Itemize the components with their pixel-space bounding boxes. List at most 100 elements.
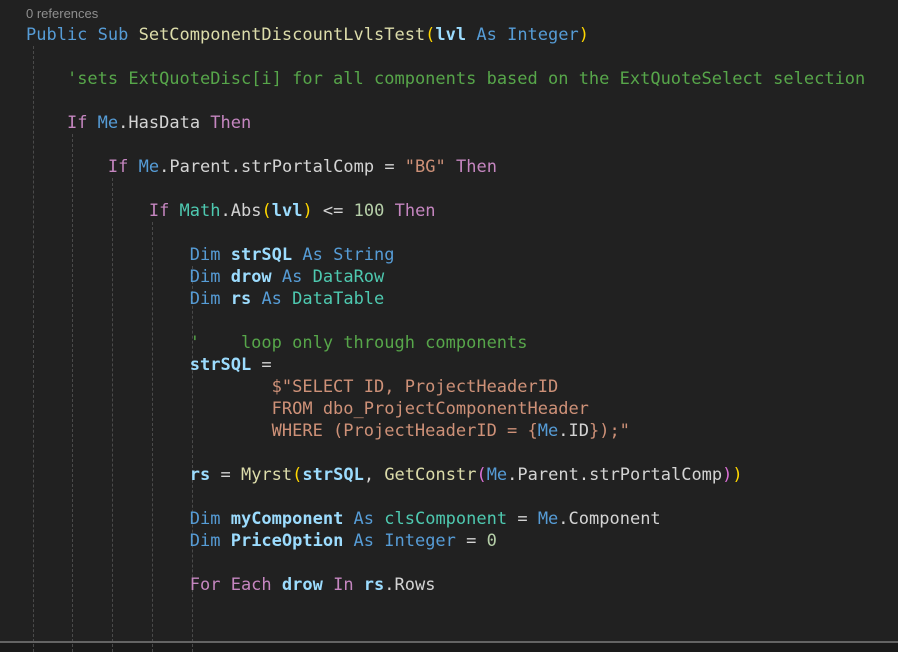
code-token-op: = <box>374 157 405 177</box>
code-token-type: DataTable <box>292 289 384 309</box>
code-line[interactable] <box>26 178 865 200</box>
code-token-ctrl: If <box>67 113 98 133</box>
code-token-str: });" <box>589 421 630 441</box>
code-token-kw: Me <box>139 157 159 177</box>
code-token-br2: ( <box>476 465 486 485</box>
code-token-kw: Me <box>538 509 558 529</box>
code-token-br1: ) <box>732 465 742 485</box>
code-token-kw: As <box>251 289 292 309</box>
code-token-var: strSQL <box>231 245 292 265</box>
code-token-var: rs <box>190 465 210 485</box>
code-token-mem: Parent <box>169 157 230 177</box>
code-token-op: = <box>210 465 241 485</box>
code-line[interactable] <box>26 310 865 332</box>
code-line[interactable]: For Each drow In rs.Rows <box>26 574 865 596</box>
code-token-ctrl: Then <box>384 201 435 221</box>
code-token-ctrl: In <box>323 575 364 595</box>
code-token-cmt: 'sets ExtQuoteDisc[i] for all components… <box>67 69 865 89</box>
code-token-ctrl: For Each <box>190 575 282 595</box>
code-token-br1: ) <box>579 25 589 45</box>
code-line[interactable]: ' loop only through components <box>26 332 865 354</box>
code-token-fn: GetConstr <box>384 465 476 485</box>
code-line[interactable] <box>26 134 865 156</box>
code-token-num: 0 <box>487 531 497 551</box>
code-token-mem: ID <box>568 421 588 441</box>
code-line[interactable]: strSQL = <box>26 354 865 376</box>
code-token-var: lvl <box>272 201 303 221</box>
code-token-num: 100 <box>354 201 385 221</box>
code-token-mem: Rows <box>395 575 436 595</box>
code-token-str: "BG" <box>405 157 446 177</box>
code-token-str: FROM dbo_ProjectComponentHeader <box>272 399 589 419</box>
code-line[interactable]: If Math.Abs(lvl) <= 100 Then <box>26 200 865 222</box>
code-token-ctrl: If <box>149 201 180 221</box>
code-token-var: drow <box>231 267 272 287</box>
code-line[interactable]: rs = Myrst(strSQL, GetConstr(Me.Parent.s… <box>26 464 865 486</box>
code-line[interactable]: $"SELECT ID, ProjectHeaderID <box>26 376 865 398</box>
code-line[interactable]: Dim myComponent As clsComponent = Me.Com… <box>26 508 865 530</box>
code-token-kw: As String <box>292 245 394 265</box>
code-token-op: . <box>231 157 241 177</box>
code-token-op: . <box>221 201 231 221</box>
code-token-op: . <box>558 509 568 529</box>
code-line[interactable]: WHERE (ProjectHeaderID = {Me.ID});" <box>26 420 865 442</box>
code-token-str: WHERE (ProjectHeaderID = { <box>272 421 538 441</box>
code-line[interactable] <box>26 486 865 508</box>
code-token-kw: As <box>343 509 384 529</box>
code-line[interactable]: If Me.Parent.strPortalComp = "BG" Then <box>26 156 865 178</box>
code-line[interactable] <box>26 552 865 574</box>
code-token-type: clsComponent <box>384 509 507 529</box>
bottom-panel <box>0 643 898 652</box>
code-token-op: , <box>364 465 384 485</box>
code-token-kw: Dim <box>190 245 231 265</box>
code-line[interactable] <box>26 442 865 464</box>
code-token-ctrl: Then <box>446 157 497 177</box>
code-token-var: rs <box>364 575 384 595</box>
code-token-var: rs <box>231 289 251 309</box>
code-token-var: PriceOption <box>231 531 344 551</box>
code-line[interactable]: Dim PriceOption As Integer = 0 <box>26 530 865 552</box>
code-token-br1: ( <box>292 465 302 485</box>
code-token-kw: Me <box>98 113 118 133</box>
code-token-kw: Public Sub <box>26 25 139 45</box>
code-token-op: . <box>558 421 568 441</box>
code-token-op: . <box>384 575 394 595</box>
code-token-op: . <box>507 465 517 485</box>
editor-bottom-divider <box>0 641 898 643</box>
code-line[interactable]: Dim strSQL As String <box>26 244 865 266</box>
code-line[interactable] <box>26 90 865 112</box>
code-token-type: Math <box>180 201 221 221</box>
code-token-mem: strPortalComp <box>241 157 374 177</box>
code-line[interactable] <box>26 46 865 68</box>
code-token-kw: As Integer <box>343 531 456 551</box>
code-token-op: . <box>159 157 169 177</box>
code-line[interactable]: Dim rs As DataTable <box>26 288 865 310</box>
code-line[interactable] <box>26 222 865 244</box>
code-token-mem: strPortalComp <box>589 465 722 485</box>
code-token-kw: Dim <box>190 509 231 529</box>
code-token-kw: Dim <box>190 531 231 551</box>
code-line[interactable]: FROM dbo_ProjectComponentHeader <box>26 398 865 420</box>
codelens-references[interactable]: 0 references <box>26 6 98 21</box>
code-token-op: . <box>579 465 589 485</box>
code-token-kw: Dim <box>190 267 231 287</box>
code-token-ctrl: If <box>108 157 139 177</box>
code-line[interactable]: Public Sub SetComponentDiscountLvlsTest(… <box>26 24 865 46</box>
code-line[interactable]: If Me.HasData Then <box>26 112 865 134</box>
code-token-br1: ( <box>261 201 271 221</box>
code-token-var: strSQL <box>190 355 251 375</box>
code-line[interactable]: Dim drow As DataRow <box>26 266 865 288</box>
code-token-op: . <box>118 113 128 133</box>
code-token-op: <= <box>313 201 354 221</box>
code-token-ctrl: Then <box>200 113 251 133</box>
code-token-kw: Me <box>538 421 558 441</box>
code-line[interactable]: 'sets ExtQuoteDisc[i] for all components… <box>26 68 865 90</box>
code-token-kw: Dim <box>190 289 231 309</box>
code-token-var: myComponent <box>231 509 344 529</box>
code-editor[interactable]: Public Sub SetComponentDiscountLvlsTest(… <box>26 24 865 596</box>
code-token-br1: ( <box>425 25 435 45</box>
code-token-mem: Parent <box>517 465 578 485</box>
code-token-type: DataRow <box>313 267 385 287</box>
code-token-br2: ) <box>722 465 732 485</box>
code-token-br1: ) <box>302 201 312 221</box>
